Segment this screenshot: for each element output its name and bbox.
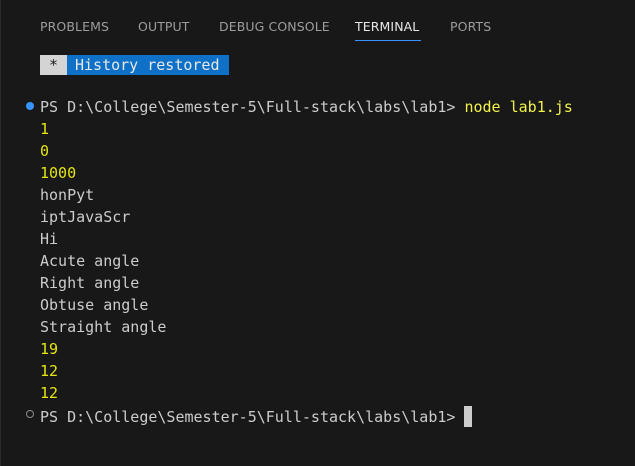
output-line: Obtuse angle: [40, 296, 149, 314]
command-success-decoration-icon[interactable]: [26, 102, 34, 110]
tab-problems[interactable]: PROBLEMS: [40, 19, 109, 34]
active-tab-indicator: [355, 40, 421, 41]
panel-tab-bar: PROBLEMS OUTPUT DEBUG CONSOLE TERMINAL P…: [0, 0, 635, 41]
terminal-panel: PROBLEMS OUTPUT DEBUG CONSOLE TERMINAL P…: [0, 0, 635, 466]
output-line: 1: [40, 120, 50, 138]
output-line: Acute angle: [40, 252, 140, 270]
tab-output[interactable]: OUTPUT: [138, 19, 190, 34]
tab-terminal[interactable]: TERMINAL: [355, 19, 419, 34]
command-pending-decoration-icon[interactable]: [26, 410, 34, 418]
output-line: 19: [40, 340, 59, 358]
output-line: 12: [40, 362, 59, 380]
output-line: honPyt: [40, 186, 95, 204]
output-line: Straight angle: [40, 318, 167, 336]
history-restored-banner: * History restored: [40, 55, 229, 75]
tab-ports[interactable]: PORTS: [450, 19, 491, 34]
output-line: Right angle: [40, 274, 140, 292]
output-line: 1000: [40, 164, 77, 182]
terminal-cursor: [464, 406, 472, 427]
banner-marker: *: [40, 55, 67, 75]
output-line: iptJavaScr: [40, 208, 131, 226]
current-prompt-line[interactable]: PS D:\College\Semester-5\Full-stack\labs…: [40, 406, 464, 428]
panel-border: [0, 0, 1, 466]
command-line: PS D:\College\Semester-5\Full-stack\labs…: [40, 96, 573, 118]
output-line: 0: [40, 142, 50, 160]
output-line: Hi: [40, 230, 59, 248]
terminal-command: node lab1.js: [464, 98, 573, 116]
output-line: 12: [40, 384, 59, 402]
banner-text: History restored: [67, 55, 229, 75]
terminal-prompt: PS D:\College\Semester-5\Full-stack\labs…: [40, 408, 465, 426]
terminal-prompt: PS D:\College\Semester-5\Full-stack\labs…: [40, 98, 465, 116]
tab-debug-console[interactable]: DEBUG CONSOLE: [219, 19, 330, 34]
